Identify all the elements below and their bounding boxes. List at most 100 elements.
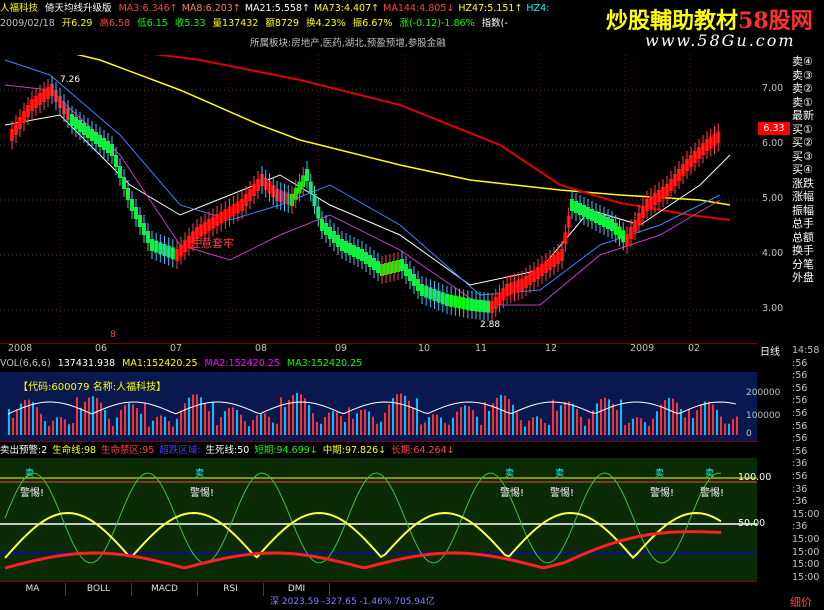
volume-bar <box>56 417 58 435</box>
volume-bar <box>724 423 726 435</box>
volume-bar <box>272 422 274 435</box>
side-item-15: 分笔 <box>792 257 814 271</box>
vol-ma3: MA3:152420.25 <box>286 358 363 369</box>
volume-bar <box>588 418 590 435</box>
side-item-14: 换手 <box>792 244 814 257</box>
clock-12: :36 <box>792 496 808 508</box>
volume-bar <box>580 416 582 435</box>
indicator-svg: 警惕! 卖警惕! 卖警惕! 卖警惕! 卖警惕! 卖警惕! 卖 <box>0 468 757 570</box>
volume-bar <box>604 397 606 435</box>
quote-amount: 额8729 <box>265 18 300 29</box>
volume-bar <box>504 395 506 435</box>
volume-bar <box>720 416 722 435</box>
clock-1: :56 <box>792 357 808 369</box>
volume-bar <box>200 397 202 435</box>
clock-17: 15:00 <box>792 559 820 571</box>
volume-bar <box>732 418 734 435</box>
volume-bar <box>436 414 438 435</box>
volume-bar <box>428 417 430 435</box>
volume-bar <box>472 410 474 435</box>
volume-bar <box>700 404 702 435</box>
date-tick-6: 11 <box>475 343 488 354</box>
quote-amplitude: 振6.67% <box>352 18 393 29</box>
volume-bar <box>376 423 378 435</box>
volume-bar <box>364 409 366 435</box>
volume-bar <box>52 420 54 435</box>
clock-11: :36 <box>792 483 808 495</box>
date-tick-1: 06 <box>95 343 108 354</box>
volume-bar <box>480 424 482 435</box>
volume-bar <box>296 393 298 435</box>
quote-low: 低6.15 <box>137 18 168 29</box>
volume-bar <box>572 403 574 435</box>
volume-bar <box>380 421 382 435</box>
volume-bar <box>468 406 470 435</box>
short-term-line <box>4 472 722 564</box>
volume-bar <box>584 425 586 435</box>
vol-tick-2: 0 <box>746 429 752 439</box>
volume-bar <box>264 413 266 435</box>
volume-bar <box>196 394 198 435</box>
volume-bar <box>500 395 502 435</box>
sell-marker-icon: 卖 <box>705 468 714 479</box>
quote-row: 2009/02/18 开6.29 高6.58 低6.15 收5.33 量1374… <box>0 17 512 30</box>
tab-ma[interactable]: MA <box>0 583 66 596</box>
clock-5: :56 <box>792 408 808 419</box>
date-tick-8: 2009 <box>630 343 655 354</box>
volume-bar <box>252 419 254 435</box>
price-chart-pane[interactable]: 7.26 2.88 注意套牢 8 <box>0 36 757 344</box>
status-market: 深 2023.59 -327.65 -1.46% 705.94亿 <box>270 597 435 607</box>
volume-bar <box>668 397 670 435</box>
volume-bar <box>128 403 130 435</box>
ma-legend-ma144: MA144:4.805↓ <box>383 3 455 14</box>
volume-bar <box>240 414 242 435</box>
tab-dmi[interactable]: DMI <box>264 583 330 596</box>
indicator-pane[interactable]: 警惕! 卖警惕! 卖警惕! 卖警惕! 卖警惕! 卖警惕! 卖 <box>0 458 757 582</box>
current-price-tag: 6.33 <box>758 122 790 135</box>
volume-bar <box>100 402 102 435</box>
volume-bar <box>416 398 418 435</box>
volume-bar <box>236 409 238 435</box>
volume-pane[interactable]: 【代码:600079 名称:人福科技】 <box>0 372 757 442</box>
volume-bar <box>256 415 258 435</box>
volume-bar <box>188 397 190 435</box>
volume-bar <box>716 409 718 435</box>
volume-bar <box>388 404 390 435</box>
side-item-9: 涨跌 <box>792 176 814 190</box>
volume-bar <box>536 416 538 435</box>
clock-15: 15:00 <box>792 534 820 545</box>
volume-bar <box>712 404 714 435</box>
clock-6: :56 <box>792 420 808 432</box>
quote-index: 指数(- <box>481 18 508 29</box>
sell-marker: 8 <box>110 330 116 340</box>
volume-bar <box>156 416 158 435</box>
quote-side-panel: 卖④ 卖③ 卖② 卖① 最新 买① 买② 买③ 买④ 涨跌 涨幅 振幅 总手 总额 换手 分笔 外盘 <box>790 55 824 285</box>
volume-bar <box>600 399 602 435</box>
tab-rsi[interactable]: RSI <box>198 583 264 596</box>
volume-bar <box>48 426 50 435</box>
volume-bar <box>308 404 310 435</box>
ma-legend-row: 人福科技 倚天均线升级版 MA3:6.346↑ MA8:6.203↑ MA21:5.… <box>0 2 557 15</box>
volume-bar <box>520 420 522 435</box>
tab-macd[interactable]: MACD <box>132 583 198 596</box>
volume-bar <box>640 418 642 435</box>
tab-boll[interactable]: BOLL <box>66 583 132 596</box>
volume-bar <box>488 410 490 435</box>
volume-bar <box>608 399 610 435</box>
period-label[interactable]: 日线 <box>760 343 780 358</box>
volume-bar <box>432 414 434 435</box>
volume-bar <box>412 407 414 435</box>
volume-bar <box>84 401 86 435</box>
clock-14: :36 <box>792 521 808 533</box>
clock-4: :56 <box>792 395 808 407</box>
vol-ma1: MA1:152420.25 <box>122 358 198 369</box>
volume-bar <box>132 404 134 435</box>
volume-bar <box>336 412 338 435</box>
clock-18: 15:00 <box>792 571 820 583</box>
volume-bar <box>508 399 510 435</box>
volume-bar <box>340 416 342 435</box>
high-price-label: 7.26 <box>60 75 81 85</box>
indicator-header: 卖出预警:2 生命线:98 生命禁区:95 超跌区域: 生死线:50 短期:94.699↓… <box>0 444 460 457</box>
price-tick-3: 4.00 <box>762 248 784 259</box>
warning-marker: 警惕! <box>500 486 524 499</box>
